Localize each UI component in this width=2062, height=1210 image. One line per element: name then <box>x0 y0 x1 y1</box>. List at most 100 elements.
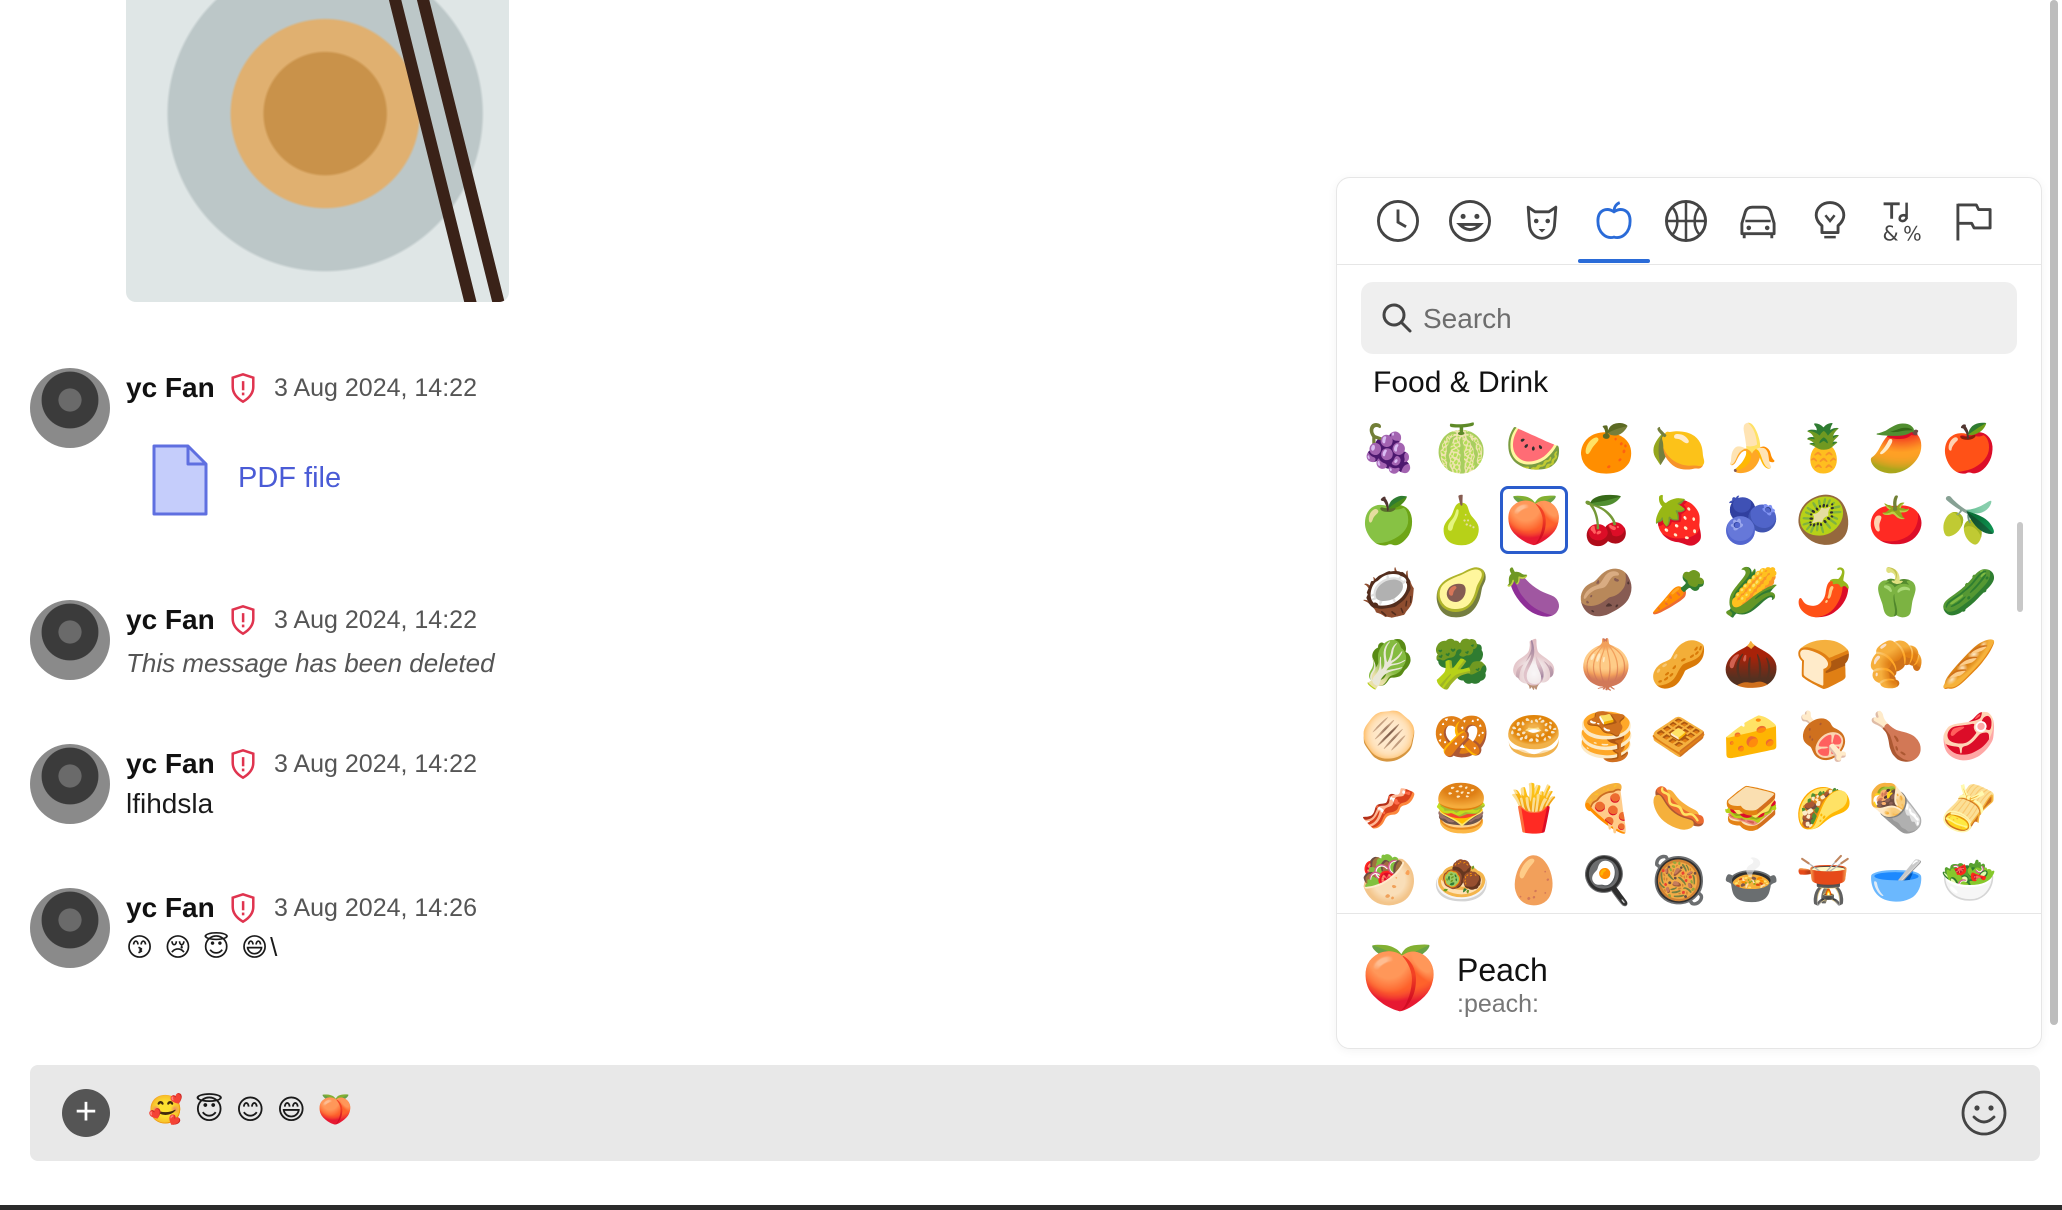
emoji-cell[interactable]: 🥦 <box>1428 630 1496 698</box>
tab-food[interactable] <box>1591 198 1637 244</box>
preview-name: Peach <box>1457 952 1548 988</box>
emoji-cell[interactable]: 🥓 <box>1359 774 1423 842</box>
emoji-search[interactable] <box>1361 282 2017 356</box>
emoji-cell[interactable]: 🥥 <box>1359 558 1423 626</box>
emoji-cell[interactable]: 🌰 <box>1718 630 1786 698</box>
emoji-cell[interactable]: 🥭 <box>1863 414 1931 482</box>
emoji-cell[interactable]: 🥩 <box>1935 702 2003 770</box>
page-scrollbar[interactable] <box>2050 0 2058 1025</box>
message-author[interactable]: yc Fan <box>126 892 215 924</box>
emoji-cell[interactable]: 🫓 <box>1359 702 1423 770</box>
emoji-cell[interactable]: 🧆 <box>1428 846 1496 914</box>
emoji-cell[interactable]: 🌽 <box>1718 558 1786 626</box>
avatar[interactable] <box>30 888 110 968</box>
emoji-cell[interactable]: 🥪 <box>1718 774 1786 842</box>
emoji-cell[interactable]: 🫒 <box>1935 486 2003 554</box>
emoji-cell[interactable]: 🥒 <box>1935 558 2003 626</box>
emoji-cell[interactable]: 🍆 <box>1500 558 1568 626</box>
emoji-cell[interactable]: 🍟 <box>1500 774 1568 842</box>
emoji-cell[interactable]: 🫐 <box>1718 486 1786 554</box>
message-author[interactable]: yc Fan <box>126 604 215 636</box>
objects-icon <box>1814 201 1846 239</box>
emoji-cell[interactable]: 🫕 <box>1790 846 1858 914</box>
emoji-cell[interactable]: 🥞 <box>1573 702 1641 770</box>
emoji-cell[interactable]: 🍖 <box>1790 702 1858 770</box>
emoji-cell[interactable]: 🍲 <box>1718 846 1786 914</box>
emoji-cell[interactable]: 🥕 <box>1645 558 1713 626</box>
emoji-category-tabs: &% <box>1337 178 2041 265</box>
emoji-cell[interactable]: 🌶️ <box>1790 558 1858 626</box>
emoji-cell[interactable]: 🥬 <box>1359 630 1423 698</box>
message-author[interactable]: yc Fan <box>126 372 215 404</box>
emoji-cell[interactable]: 🧅 <box>1573 630 1641 698</box>
emoji-cell[interactable]: 🥣 <box>1863 846 1931 914</box>
food-photo[interactable] <box>126 0 509 302</box>
message-text: lfihdsla <box>126 788 214 819</box>
message-author[interactable]: yc Fan <box>126 748 215 780</box>
tab-activity[interactable] <box>1663 198 1709 244</box>
emoji-cell[interactable]: 🍓 <box>1645 486 1713 554</box>
avatar[interactable] <box>30 744 110 824</box>
emoji-cell[interactable]: 🥙 <box>1359 846 1423 914</box>
emoji-cell[interactable]: 🌮 <box>1790 774 1858 842</box>
picker-scrollbar[interactable] <box>2017 522 2023 612</box>
preview-emoji: 🍑 <box>1361 944 1439 1013</box>
tab-smileys[interactable] <box>1447 198 1493 244</box>
avatar[interactable] <box>30 600 110 680</box>
emoji-cell[interactable]: 🍊 <box>1573 414 1641 482</box>
emoji-cell[interactable]: 🌭 <box>1645 774 1713 842</box>
emoji-cell[interactable]: 🍑 <box>1500 486 1568 554</box>
emoji-cell[interactable]: 🍔 <box>1428 774 1496 842</box>
emoji-cell[interactable]: 🍎 <box>1935 414 2003 482</box>
animals-icon <box>1526 205 1558 240</box>
shield-icon <box>231 604 255 636</box>
file-icon[interactable] <box>150 442 210 518</box>
emoji-cell[interactable]: 🥝 <box>1790 486 1858 554</box>
emoji-picker-button[interactable] <box>1958 1087 2010 1139</box>
tab-symbols[interactable]: &% <box>1879 198 1925 246</box>
message-composer[interactable]: + 🥰 😇 😊 😄 🍑 <box>30 1065 2040 1161</box>
active-tab-indicator <box>1578 259 1650 263</box>
emoji-cell[interactable]: 🥑 <box>1428 558 1496 626</box>
tab-travel[interactable] <box>1735 198 1781 244</box>
emoji-cell[interactable]: 🍳 <box>1573 846 1641 914</box>
emoji-cell[interactable]: 🫑 <box>1863 558 1931 626</box>
emoji-cell[interactable]: 🥗 <box>1935 846 2003 914</box>
emoji-cell[interactable]: 🧄 <box>1500 630 1568 698</box>
emoji-search-input[interactable] <box>1421 282 2005 356</box>
emoji-cell[interactable]: 🍗 <box>1863 702 1931 770</box>
composer-input[interactable]: 🥰 😇 😊 😄 🍑 <box>148 1093 354 1126</box>
emoji-cell[interactable]: 🥨 <box>1428 702 1496 770</box>
pdf-file-link[interactable]: PDF file <box>238 462 341 495</box>
emoji-cell[interactable]: 🍏 <box>1359 486 1423 554</box>
tab-objects[interactable] <box>1807 198 1853 244</box>
emoji-cell[interactable]: 🍍 <box>1790 414 1858 482</box>
emoji-cell[interactable]: 🥐 <box>1863 630 1931 698</box>
emoji-cell[interactable]: 🍐 <box>1428 486 1496 554</box>
avatar[interactable] <box>30 368 110 448</box>
emoji-cell[interactable]: 🫔 <box>1935 774 2003 842</box>
tab-animals[interactable] <box>1519 198 1565 244</box>
emoji-cell[interactable]: 🥜 <box>1645 630 1713 698</box>
emoji-cell[interactable]: 🥯 <box>1500 702 1568 770</box>
emoji-cell[interactable]: 🍅 <box>1863 486 1931 554</box>
emoji-cell[interactable]: 🌯 <box>1863 774 1931 842</box>
emoji-cell[interactable]: 🥚 <box>1500 846 1568 914</box>
emoji-cell[interactable]: 🍕 <box>1573 774 1641 842</box>
emoji-cell[interactable]: 🥔 <box>1573 558 1641 626</box>
emoji-cell[interactable]: 🧀 <box>1718 702 1786 770</box>
tab-recent[interactable] <box>1375 198 1421 244</box>
emoji-cell[interactable]: 🍞 <box>1790 630 1858 698</box>
emoji-cell[interactable]: 🍉 <box>1500 414 1568 482</box>
emoji-cell[interactable]: 🍇 <box>1359 414 1423 482</box>
emoji-cell[interactable]: 🍋 <box>1645 414 1713 482</box>
emoji-cell[interactable]: 🧇 <box>1645 702 1713 770</box>
emoji-cell[interactable]: 🥘 <box>1645 846 1713 914</box>
deleted-message-text: This message has been deleted <box>126 648 495 678</box>
add-attachment-button[interactable]: + <box>62 1089 110 1137</box>
emoji-cell[interactable]: 🍈 <box>1428 414 1496 482</box>
emoji-cell[interactable]: 🍌 <box>1718 414 1786 482</box>
tab-flags[interactable] <box>1951 198 1997 244</box>
emoji-cell[interactable]: 🍒 <box>1573 486 1641 554</box>
emoji-cell[interactable]: 🥖 <box>1935 630 2003 698</box>
